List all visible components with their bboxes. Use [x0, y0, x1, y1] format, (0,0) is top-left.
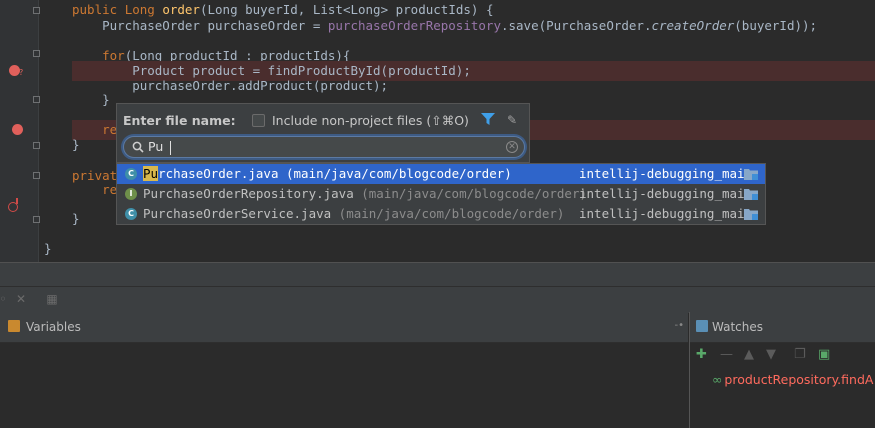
- file-result-row[interactable]: I PurchaseOrderRepository.java (main/java…: [117, 184, 765, 204]
- watches-panel: Watches ✚ — ▲ ▼ ❐ ▣ ∞ productRepository.f…: [689, 312, 875, 428]
- file-result-row[interactable]: C PurchaseOrder.java (main/java/com/blogc…: [117, 164, 765, 184]
- search-value[interactable]: Pu: [148, 139, 163, 154]
- move-down-icon[interactable]: ▼: [766, 348, 776, 362]
- goto-file-popup: Enter file name: Include non-project fil…: [116, 103, 530, 163]
- file-result-name: PurchaseOrder.java (main/java/com/blogco…: [143, 164, 512, 184]
- pin-icon[interactable]: ✎: [507, 113, 517, 127]
- file-result-row[interactable]: C PurchaseOrderService.java (main/java/co…: [117, 204, 765, 224]
- watches-icon: [696, 320, 708, 332]
- code-token: PurchaseOrder purchaseOrder =: [72, 18, 328, 33]
- file-path: (main/java/com/blogcode/order): [278, 166, 512, 181]
- code-token: purchaseOrderRepository: [327, 18, 501, 33]
- class-icon: C: [125, 208, 137, 220]
- include-non-project-label[interactable]: Include non-project files (⇧⌘O): [272, 113, 469, 128]
- editor-gutter[interactable]: [0, 0, 40, 262]
- file-path: (main/java/com/blogcode/order): [331, 206, 565, 221]
- fold-marker-icon[interactable]: [33, 216, 40, 223]
- clear-search-icon[interactable]: ✕: [506, 141, 518, 153]
- code-token: }: [44, 241, 52, 256]
- module-name: intellij-debugging_main: [579, 166, 753, 181]
- code-token: (buyerId));: [734, 18, 818, 33]
- copy-icon[interactable]: ❐: [794, 348, 806, 362]
- watch-expression-icon: ∞: [712, 372, 723, 387]
- mute-breakpoints-icon[interactable]: ◦: [0, 292, 10, 306]
- module-folder-icon: [744, 169, 758, 180]
- remove-watch-icon[interactable]: —: [720, 348, 733, 362]
- fold-marker-icon[interactable]: [33, 96, 40, 103]
- settings-icon[interactable]: ✕: [14, 292, 28, 306]
- module-name: intellij-debugging_main: [579, 186, 753, 201]
- watch-image-icon[interactable]: ▣: [818, 348, 830, 362]
- method-breakpoint-icon[interactable]: [8, 198, 18, 212]
- code-token: (Long buyerId, List<Long> productIds) {: [199, 2, 494, 17]
- add-watch-icon[interactable]: ✚: [696, 348, 707, 362]
- module-name: intellij-debugging_main: [579, 206, 753, 221]
- layout-icon[interactable]: ▦: [45, 292, 59, 306]
- file-results-list[interactable]: C PurchaseOrder.java (main/java/com/blogc…: [116, 163, 766, 225]
- file-result-name: PurchaseOrderRepository.java (main/java/…: [143, 184, 587, 204]
- watch-expression: productRepository.findA: [724, 372, 874, 387]
- code-token: }: [72, 137, 80, 152]
- restore-layout-icon[interactable]: -•: [674, 320, 684, 331]
- class-icon: C: [125, 168, 137, 180]
- module-folder-icon: [744, 209, 758, 220]
- code-token: createOrder: [651, 18, 735, 33]
- code-token: Long: [124, 2, 163, 17]
- watches-toolbar: ✚ — ▲ ▼ ❐ ▣: [690, 342, 875, 368]
- fold-marker-icon[interactable]: [33, 172, 40, 179]
- include-non-project-checkbox[interactable]: [252, 114, 265, 127]
- text-caret: [170, 141, 171, 155]
- variables-panel: Variables -•: [0, 312, 688, 428]
- match-highlight: Pu: [143, 166, 159, 181]
- code-line[interactable]: }: [44, 239, 875, 259]
- code-token: }: [72, 92, 110, 107]
- debug-toolbar: ◦ ✕ ▦: [0, 286, 875, 313]
- file-path: (main/java/com/blogcode/order): [353, 186, 588, 201]
- popup-label: Enter file name:: [123, 113, 236, 128]
- file-name: PurchaseOrderRepository.java: [143, 186, 354, 201]
- module-folder-icon: [744, 189, 758, 200]
- conditional-breakpoint-icon[interactable]: [9, 65, 23, 77]
- file-name: rchaseOrder.java: [158, 166, 279, 181]
- variables-header: Variables -•: [0, 312, 688, 343]
- watches-title: Watches: [712, 320, 763, 334]
- file-name-search-input[interactable]: Pu ✕: [123, 136, 525, 158]
- variables-icon: [8, 320, 20, 332]
- interface-icon: I: [125, 188, 137, 200]
- fold-marker-icon[interactable]: [33, 50, 40, 57]
- breakpoint-icon[interactable]: [12, 124, 23, 135]
- file-result-name: PurchaseOrderService.java (main/java/com…: [143, 204, 564, 224]
- filter-icon[interactable]: [481, 113, 495, 126]
- watch-item[interactable]: ∞ productRepository.findA: [712, 372, 873, 387]
- watches-header: Watches: [690, 312, 875, 343]
- fold-marker-icon[interactable]: [33, 142, 40, 149]
- code-token: order: [162, 2, 200, 17]
- code-token: .save(PurchaseOrder.: [500, 18, 652, 33]
- move-up-icon[interactable]: ▲: [744, 348, 754, 362]
- code-line[interactable]: PurchaseOrder purchaseOrder = purchaseOr…: [72, 16, 875, 36]
- editor-status-strip: [0, 262, 875, 287]
- fold-marker-icon[interactable]: [33, 7, 40, 14]
- search-icon: [132, 141, 144, 153]
- code-token: public: [72, 2, 125, 17]
- variables-title: Variables: [26, 320, 81, 334]
- file-name: PurchaseOrderService.java: [143, 206, 332, 221]
